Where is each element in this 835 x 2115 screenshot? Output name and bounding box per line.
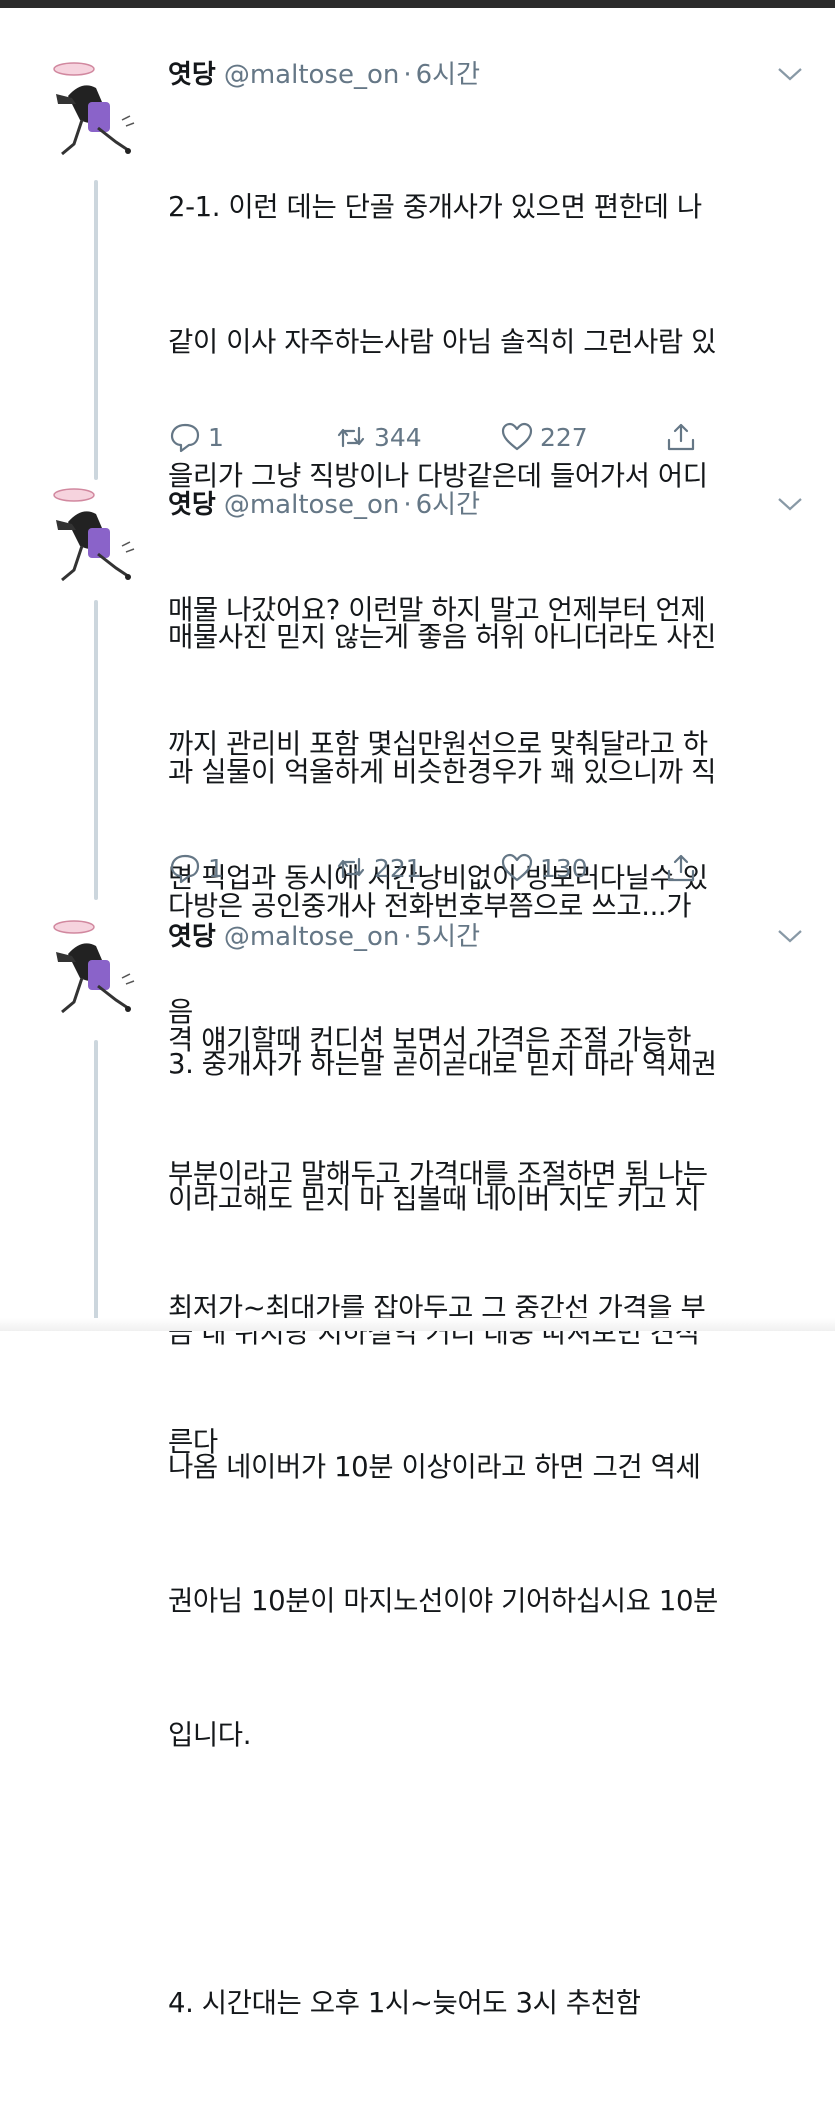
tweet-line: 나옴 네이버가 10분 이상이라고 하면 그건 역세 xyxy=(168,1450,701,1483)
tweet-line: 이라고해도 믿지 마 집볼때 네이버 지도 키고 지 xyxy=(168,1182,700,1215)
tweet-line: 같이 이사 자주하는사람 아님 솔직히 그런사람 있 xyxy=(168,325,717,358)
share-icon xyxy=(667,854,695,882)
tweet-text: 3. 중개사가 하는말 곧이곧대로 믿지 마라 역세권 이라고해도 믿지 마 집… xyxy=(168,953,808,2115)
username[interactable]: @maltose_on xyxy=(224,490,400,520)
retweet-count: 221 xyxy=(374,853,422,883)
timestamp[interactable]: 5시간 xyxy=(416,916,480,953)
avatar[interactable] xyxy=(38,916,142,1020)
separator-dot: · xyxy=(403,60,412,90)
tweet-line: 과 실물이 억울하게 비슷한경우가 꽤 있으니까 직 xyxy=(168,755,717,788)
separator-dot: · xyxy=(403,922,412,952)
reply-icon xyxy=(170,423,200,453)
separator-dot: · xyxy=(403,490,412,520)
tweet-line: 매물사진 믿지 않는게 좋음 허위 아니더라도 사진 xyxy=(168,621,717,654)
tweet-line: 권아님 10분이 마지노선이야 기어하십시요 10분 xyxy=(168,1584,718,1617)
tweet-line: 2-1. 이런 데는 단골 중개사가 있으면 편한데 나 xyxy=(168,191,702,224)
retweet-button[interactable]: 344 xyxy=(334,417,422,457)
like-count: 130 xyxy=(540,853,588,883)
timestamp[interactable]: 6시간 xyxy=(416,484,480,521)
like-button[interactable]: 130 xyxy=(500,848,588,888)
username[interactable]: @maltose_on xyxy=(224,922,400,952)
tweet-line xyxy=(168,1847,808,1892)
thread-line xyxy=(94,600,98,900)
username[interactable]: @maltose_on xyxy=(224,60,400,90)
retweet-button[interactable]: 221 xyxy=(334,848,422,888)
reply-count: 1 xyxy=(208,422,224,452)
reply-icon xyxy=(170,854,200,884)
like-count: 227 xyxy=(540,422,588,452)
heart-icon xyxy=(501,853,533,882)
chevron-down-icon[interactable] xyxy=(776,494,804,514)
reply-button[interactable]: 1 xyxy=(168,417,224,457)
reply-button[interactable]: 1 xyxy=(168,848,224,888)
chevron-down-icon[interactable] xyxy=(776,926,804,946)
like-button[interactable]: 227 xyxy=(500,417,588,457)
retweet-icon xyxy=(337,857,365,879)
heart-icon xyxy=(501,422,533,451)
action-bar: 1 344 227 xyxy=(168,417,728,457)
chevron-down-icon[interactable] xyxy=(776,64,804,84)
tweet-line: 입니다. xyxy=(168,1718,252,1751)
tweet-line: 4. 시간대는 오후 1시~늦어도 3시 추천함 xyxy=(168,1987,641,2020)
display-name[interactable]: 엿당 xyxy=(168,54,216,91)
thread-line xyxy=(94,180,98,480)
retweet-icon xyxy=(337,426,365,448)
tweet-header: 엿당 @maltose_on · 5시간 xyxy=(168,916,480,952)
cutoff-edge xyxy=(0,1318,835,1331)
avatar[interactable] xyxy=(38,58,142,162)
tweet-header: 엿당 @maltose_on · 6시간 xyxy=(168,54,480,90)
retweet-count: 344 xyxy=(374,422,422,452)
share-button[interactable] xyxy=(664,848,698,888)
timestamp[interactable]: 6시간 xyxy=(416,54,480,91)
tweet-header: 엿당 @maltose_on · 6시간 xyxy=(168,484,480,520)
thread-line xyxy=(94,1040,98,1320)
share-button[interactable] xyxy=(664,417,698,457)
tweet-line: 3. 중개사가 하는말 곧이곧대로 믿지 마라 역세권 xyxy=(168,1048,717,1081)
reply-count: 1 xyxy=(208,853,224,883)
action-bar: 1 221 130 xyxy=(168,848,728,888)
display-name[interactable]: 엿당 xyxy=(168,916,216,953)
avatar[interactable] xyxy=(38,484,142,588)
display-name[interactable]: 엿당 xyxy=(168,484,216,521)
status-bar xyxy=(0,0,835,8)
share-icon xyxy=(667,423,695,451)
